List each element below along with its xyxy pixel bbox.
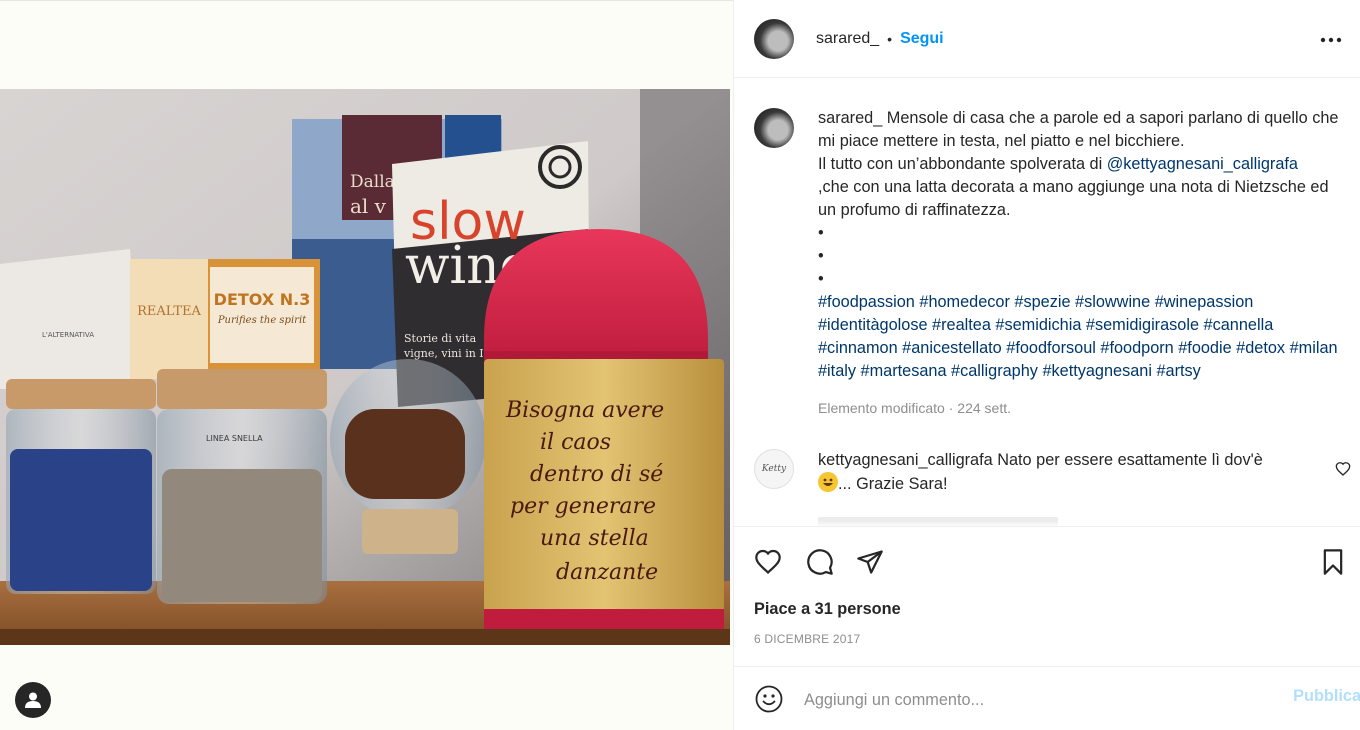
comment-text: Nato per essere esattamente lì dov'è: [997, 451, 1263, 469]
comment-bubble-icon[interactable]: [804, 546, 836, 578]
svg-text:al v: al v: [350, 194, 387, 218]
likes-count[interactable]: Piace a 31 persone: [754, 600, 901, 619]
profile-icon[interactable]: [15, 682, 51, 718]
svg-text:LINEA SNELLA: LINEA SNELLA: [206, 434, 263, 443]
jar-blue-seeds: [6, 379, 156, 594]
media-panel: Dalla al v slow wine Storie di vita vign…: [0, 0, 733, 730]
svg-text:Dalla: Dalla: [350, 172, 395, 192]
author-avatar[interactable]: [754, 18, 794, 59]
svg-text:danzante: danzante: [556, 560, 658, 585]
comment-text-after-emoji: ... Grazie Sara!: [838, 475, 948, 493]
detox-box: REALTEA DETOX N.3 Purifies the spirit: [130, 259, 320, 379]
follow-button[interactable]: Segui: [900, 30, 944, 48]
caption-meta: Elemento modificato · 224 sett.: [818, 400, 1011, 416]
svg-text:Storie di vita: Storie di vita: [404, 332, 477, 345]
like-heart-icon[interactable]: [752, 546, 784, 578]
svg-text:una stella: una stella: [540, 526, 649, 551]
caption-body: sarared_ Mensole di casa che a parole ed…: [818, 107, 1350, 420]
commenter-avatar[interactable]: Ketty: [754, 449, 794, 489]
svg-text:dentro di sé: dentro di sé: [530, 462, 663, 487]
svg-text:Bisogna avere: Bisogna avere: [505, 398, 664, 423]
post-date: 6 DICEMBRE 2017: [754, 632, 861, 646]
svg-text:per generare: per generare: [510, 494, 656, 519]
action-bar: Piace a 31 persone 6 DICEMBRE 2017: [734, 526, 1360, 666]
svg-text:il caos: il caos: [540, 430, 611, 455]
caption-hashtags[interactable]: #foodpassion #homedecor #spezie #slowwin…: [818, 291, 1350, 383]
caption-bullet: •: [818, 270, 824, 288]
caption-bullet: •: [818, 247, 824, 265]
calligraphy-tin: Bisogna avere il caos dentro di sé per g…: [484, 229, 724, 629]
svg-text:Purifies the spirit: Purifies the spirit: [217, 315, 307, 326]
post-photo-illustration: Dalla al v slow wine Storie di vita vign…: [0, 89, 730, 645]
caption-username[interactable]: sarared_: [818, 109, 882, 127]
post-side-panel: sarared_ • Segui sarared_ Mensole di cas…: [733, 0, 1360, 730]
comment-input[interactable]: [804, 685, 1254, 715]
caption-text-line3: ,che con una latta decorata a mano aggiu…: [818, 178, 1329, 219]
caption: sarared_ Mensole di casa che a parole ed…: [754, 107, 1354, 420]
commenter-avatar-text: Ketty: [761, 464, 787, 474]
comment-body: kettyagnesani_calligrafa Nato per essere…: [818, 449, 1314, 496]
post-header: sarared_ • Segui: [734, 0, 1360, 78]
comments-section: sarared_ Mensole di casa che a parole ed…: [734, 79, 1360, 526]
caption-text-line2: Il tutto con un’abbondante spolverata di: [818, 155, 1107, 173]
save-bookmark-icon[interactable]: [1317, 546, 1349, 578]
separator-dot: •: [887, 30, 893, 47]
caption-text: Mensole di casa che a parole ed a sapori…: [818, 109, 1339, 150]
emoji-picker-icon[interactable]: [754, 684, 784, 714]
more-options-icon[interactable]: [1319, 28, 1343, 52]
post-photo[interactable]: Dalla al v slow wine Storie di vita vign…: [0, 89, 730, 645]
caption-avatar[interactable]: [754, 108, 794, 148]
publish-button[interactable]: Pubblica: [1293, 687, 1360, 706]
caption-mention-link[interactable]: @kettyagnesani_calligrafa: [1107, 155, 1298, 173]
caption-bullet: •: [818, 224, 824, 242]
comment-item: Ketty kettyagnesani_calligrafa Nato per …: [754, 449, 1354, 496]
commenter-username[interactable]: kettyagnesani_calligrafa: [818, 451, 993, 469]
svg-text:DETOX N.3: DETOX N.3: [214, 290, 311, 309]
grin-emoji-icon: [818, 472, 838, 492]
next-comment-faded: [818, 517, 1058, 526]
add-comment-bar: Pubblica: [734, 666, 1360, 730]
jar-sunflower-seeds: LINEA SNELLA: [157, 369, 327, 604]
author-username[interactable]: sarared_: [816, 30, 879, 48]
svg-text:L'ALTERNATIVA: L'ALTERNATIVA: [42, 331, 94, 339]
share-send-icon[interactable]: [854, 546, 886, 578]
like-comment-heart-icon[interactable]: [1335, 461, 1351, 477]
svg-text:REALTEA: REALTEA: [137, 304, 201, 319]
tea-bag: L'ALTERNATIVA: [0, 249, 140, 389]
